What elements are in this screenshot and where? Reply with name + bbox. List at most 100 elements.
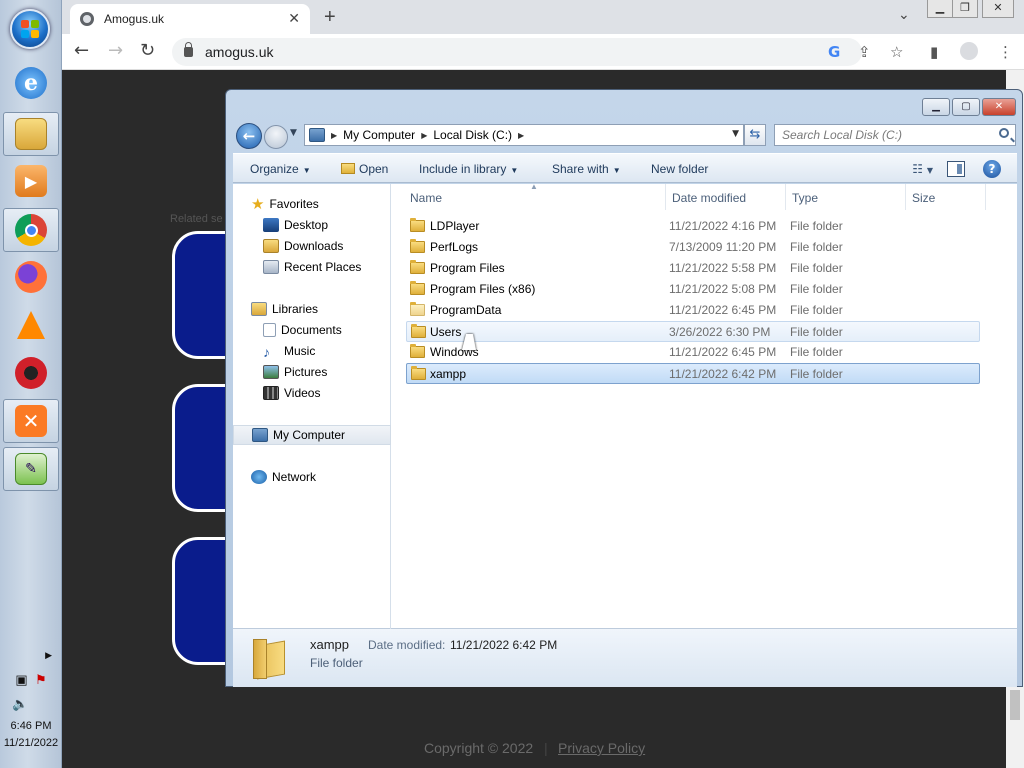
- windows-flag-icon: [21, 20, 39, 38]
- back-arrow-icon[interactable]: ←: [74, 40, 89, 61]
- column-header-date-modified[interactable]: Date modified: [666, 184, 786, 210]
- nav-recent-places[interactable]: Recent Places: [233, 257, 391, 277]
- nav-downloads[interactable]: Downloads: [233, 236, 391, 256]
- table-row[interactable]: LDPlayer 11/21/2022 4:16 PM File folder: [406, 216, 980, 237]
- bookmark-star-icon[interactable]: ☆: [890, 43, 903, 61]
- open-button[interactable]: Open: [341, 162, 388, 176]
- privacy-policy-link[interactable]: Privacy Policy: [558, 740, 645, 756]
- nav-network[interactable]: Network: [233, 467, 391, 487]
- taskbar-red-circle-app[interactable]: [3, 351, 59, 395]
- taskbar-xampp[interactable]: ✕: [3, 399, 59, 443]
- share-with-button[interactable]: Share with ▼: [552, 162, 621, 176]
- forward-arrow-icon[interactable]: →: [108, 40, 123, 61]
- search-input[interactable]: Search Local Disk (C:): [774, 124, 1016, 146]
- page-card-2[interactable]: [172, 384, 232, 512]
- table-row[interactable]: PerfLogs 7/13/2009 11:20 PM File folder: [406, 237, 980, 258]
- search-icon[interactable]: [999, 128, 1009, 138]
- dialog-minimize-button[interactable]: ▁: [922, 98, 950, 116]
- browser-minimize-button[interactable]: ▁: [927, 0, 953, 18]
- help-icon[interactable]: ?: [983, 160, 1001, 178]
- table-row[interactable]: Program Files (x86) 11/21/2022 5:08 PM F…: [406, 279, 980, 300]
- tab-amogus[interactable]: Amogus.uk ✕: [70, 4, 310, 34]
- url-text[interactable]: amogus.uk: [205, 44, 273, 60]
- search-placeholder: Search Local Disk (C:): [782, 128, 903, 142]
- column-header-type[interactable]: Type: [786, 184, 906, 210]
- nav-my-computer[interactable]: My Computer: [233, 425, 391, 445]
- table-row[interactable]: xampp 11/21/2022 6:42 PM File folder: [406, 363, 980, 384]
- scrollbar-thumb[interactable]: [1010, 690, 1020, 720]
- tab-strip: Amogus.uk ✕ + ⌄ ▁ ❐ ✕: [62, 0, 1024, 34]
- folder-icon: [410, 218, 425, 232]
- vlc-icon: [17, 311, 45, 339]
- column-header-name[interactable]: Name: [404, 184, 666, 210]
- profile-avatar-icon[interactable]: [960, 42, 978, 60]
- breadcrumb-chevron-icon[interactable]: ▶: [331, 131, 337, 140]
- action-center-icon[interactable]: ⚑: [35, 672, 47, 687]
- breadcrumb-my-computer[interactable]: My Computer: [343, 128, 415, 142]
- google-lens-icon[interactable]: G: [828, 43, 840, 61]
- new-tab-button[interactable]: +: [324, 6, 336, 29]
- tab-close-icon[interactable]: ✕: [288, 11, 300, 27]
- browser-restore-button[interactable]: ❐: [952, 0, 978, 18]
- tab-title: Amogus.uk: [104, 12, 165, 26]
- lock-icon[interactable]: [184, 42, 193, 57]
- column-header-size[interactable]: Size: [906, 184, 986, 210]
- organize-button[interactable]: Organize ▼: [250, 162, 311, 176]
- back-button[interactable]: ←: [236, 123, 262, 149]
- nav-favorites[interactable]: ★ Favorites: [233, 194, 391, 214]
- address-bar[interactable]: amogus.uk: [172, 38, 862, 66]
- details-pane: xampp Date modified: 11/21/2022 6:42 PM …: [233, 629, 1017, 687]
- breadcrumb-chevron-icon[interactable]: ▶: [518, 131, 524, 140]
- new-folder-button[interactable]: New folder: [651, 162, 708, 176]
- nav-pictures[interactable]: Pictures: [233, 362, 391, 382]
- side-panel-icon[interactable]: ▮: [930, 43, 938, 61]
- page-card-1[interactable]: [172, 231, 232, 359]
- browser-close-button[interactable]: ✕: [982, 0, 1014, 18]
- volume-icon[interactable]: 🔈: [0, 696, 62, 712]
- nav-libraries[interactable]: Libraries: [233, 299, 391, 319]
- taskbar-internet-explorer[interactable]: e: [3, 61, 59, 105]
- file-list[interactable]: ▲ Name Date modified Type Size LDPlayer …: [392, 182, 1017, 629]
- row-date: 11/21/2022 4:16 PM: [669, 219, 777, 233]
- table-row[interactable]: Program Files 11/21/2022 5:58 PM File fo…: [406, 258, 980, 279]
- clock-date[interactable]: 11/21/2022: [0, 737, 62, 749]
- menu-dots-icon[interactable]: ⋮: [998, 43, 1013, 61]
- dialog-maximize-button[interactable]: ▢: [952, 98, 980, 116]
- nav-videos[interactable]: Videos: [233, 383, 391, 403]
- breadcrumb-local-disk[interactable]: Local Disk (C:): [433, 128, 512, 142]
- share-icon[interactable]: ⇪: [858, 43, 871, 61]
- history-dropdown-icon[interactable]: ▼: [290, 128, 297, 138]
- row-name: ProgramData: [430, 303, 502, 317]
- computer-icon: [309, 128, 325, 142]
- nav-music[interactable]: ♪ Music: [233, 341, 391, 361]
- clock-time[interactable]: 6:46 PM: [0, 720, 62, 732]
- network-tray-icon[interactable]: ▣: [15, 672, 27, 687]
- page-card-3[interactable]: [172, 537, 232, 665]
- nav-documents[interactable]: Documents: [233, 320, 391, 340]
- row-date: 3/26/2022 6:30 PM: [669, 325, 771, 339]
- taskbar-file-explorer[interactable]: [3, 112, 59, 156]
- breadcrumb-chevron-icon[interactable]: ▶: [421, 131, 427, 140]
- start-button[interactable]: [10, 9, 50, 49]
- table-row[interactable]: Users 3/26/2022 6:30 PM File folder: [406, 321, 980, 342]
- address-dropdown-icon[interactable]: ▼: [732, 129, 739, 139]
- taskbar-editor[interactable]: ✎: [3, 447, 59, 491]
- nav-desktop[interactable]: Desktop: [233, 215, 391, 235]
- taskbar-vlc[interactable]: [3, 303, 59, 347]
- forward-button[interactable]: [264, 125, 288, 149]
- taskbar-firefox[interactable]: [3, 255, 59, 299]
- tab-search-chevron-icon[interactable]: ⌄: [898, 7, 910, 23]
- table-row[interactable]: Windows 11/21/2022 6:45 PM File folder: [406, 342, 980, 363]
- refresh-button[interactable]: ⇆: [744, 124, 766, 146]
- tray-expand-icon[interactable]: ▶: [0, 650, 62, 661]
- change-view-button[interactable]: ☷ ▼: [912, 162, 933, 176]
- taskbar-chrome[interactable]: [3, 208, 59, 252]
- navigation-pane[interactable]: ★ Favorites Desktop Downloads Recent Plac…: [233, 184, 391, 629]
- table-row[interactable]: ProgramData 11/21/2022 6:45 PM File fold…: [406, 300, 980, 321]
- taskbar-media-player[interactable]: ▶: [3, 159, 59, 203]
- preview-pane-icon[interactable]: [947, 161, 965, 177]
- reload-icon[interactable]: ↻: [140, 40, 155, 61]
- include-in-library-button[interactable]: Include in library ▼: [419, 162, 518, 176]
- explorer-address-bar[interactable]: ▶ My Computer ▶ Local Disk (C:) ▶ ▼: [304, 124, 744, 146]
- dialog-close-button[interactable]: ✕: [982, 98, 1016, 116]
